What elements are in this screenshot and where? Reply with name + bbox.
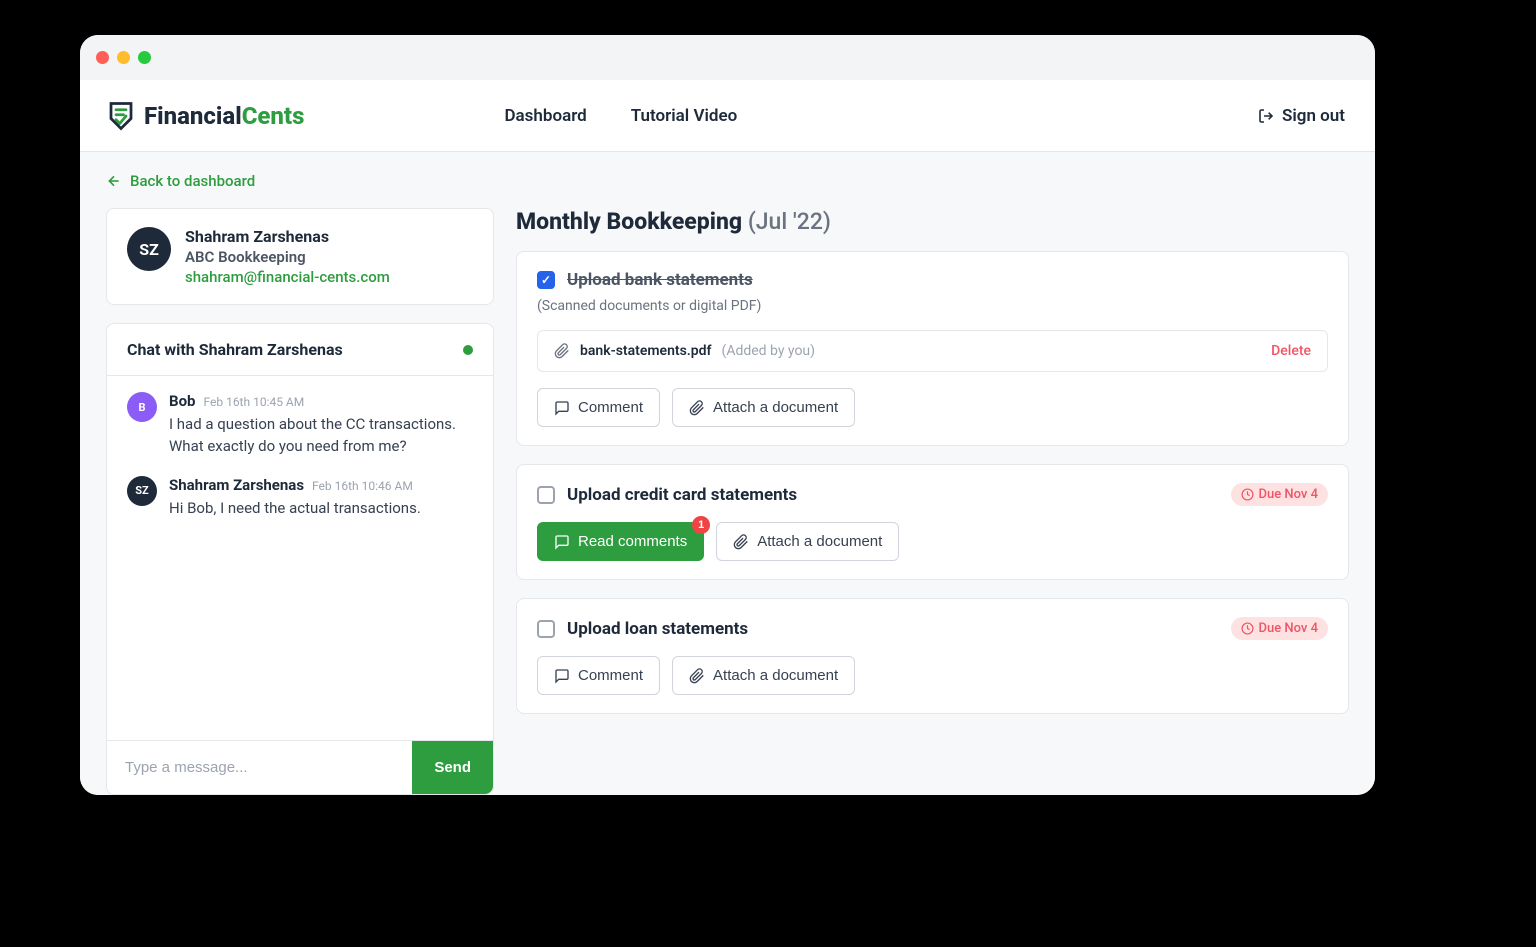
attach-label: Attach a document (757, 533, 882, 550)
comment-icon (554, 668, 570, 684)
file-name[interactable]: bank-statements.pdf (580, 343, 712, 359)
attach-button[interactable]: Attach a document (716, 522, 899, 561)
due-badge: Due Nov 4 (1231, 617, 1328, 640)
contact-avatar: SZ (127, 227, 171, 271)
online-status-dot (463, 345, 473, 355)
window-maximize-dot[interactable] (138, 51, 151, 64)
attach-label: Attach a document (713, 667, 838, 684)
attach-button[interactable]: Attach a document (672, 656, 855, 695)
contact-name: Shahram Zarshenas (185, 227, 390, 246)
contact-company: ABC Bookkeeping (185, 248, 390, 266)
chat-title: Chat with Shahram Zarshenas (127, 340, 343, 359)
signout-link[interactable]: Sign out (1258, 106, 1345, 126)
chat-message: SZ Shahram Zarshenas Feb 16th 10:46 AM H… (127, 476, 473, 520)
signout-label: Sign out (1282, 106, 1345, 126)
contact-email[interactable]: shahram@financial-cents.com (185, 268, 390, 286)
nav-dashboard[interactable]: Dashboard (504, 106, 586, 126)
nav-tutorial[interactable]: Tutorial Video (631, 106, 738, 126)
chat-header: Chat with Shahram Zarshenas (107, 324, 493, 376)
contact-card: SZ Shahram Zarshenas ABC Bookkeeping sha… (106, 208, 494, 305)
comment-button[interactable]: Comment (537, 656, 660, 695)
right-column: Monthly Bookkeeping (Jul '22) Upload ban… (516, 208, 1349, 795)
back-link-label: Back to dashboard (130, 172, 255, 190)
paperclip-icon (554, 343, 570, 359)
file-added-by: (Added by you) (722, 343, 816, 359)
task-title: Upload credit card statements (567, 485, 1219, 505)
app-header: FinancialCents Dashboard Tutorial Video … (80, 80, 1375, 152)
page-period: (Jul '22) (748, 208, 831, 235)
chat-input-row: Send (107, 740, 493, 794)
read-comments-label: Read comments (578, 533, 687, 550)
window-close-dot[interactable] (96, 51, 109, 64)
arrow-left-icon (106, 173, 122, 189)
comment-icon (554, 400, 570, 416)
send-button[interactable]: Send (412, 741, 493, 794)
brand-logo[interactable]: FinancialCents (106, 101, 304, 131)
page-title-row: Monthly Bookkeeping (Jul '22) (516, 208, 1349, 235)
message-author: Shahram Zarshenas (169, 476, 304, 494)
back-to-dashboard-link[interactable]: Back to dashboard (106, 172, 1349, 190)
comment-label: Comment (578, 399, 643, 416)
attach-button[interactable]: Attach a document (672, 388, 855, 427)
comment-label: Comment (578, 667, 643, 684)
read-comments-button[interactable]: Read comments 1 (537, 522, 704, 561)
chat-card: Chat with Shahram Zarshenas B Bob Feb 16… (106, 323, 494, 795)
paperclip-icon (733, 534, 749, 550)
message-text: Hi Bob, I need the actual transactions. (169, 498, 473, 520)
brand-name-2: Cents (242, 102, 305, 130)
comments-count-badge: 1 (692, 516, 710, 534)
task-card: Upload bank statements (Scanned document… (516, 251, 1349, 446)
left-column: SZ Shahram Zarshenas ABC Bookkeeping sha… (106, 208, 494, 795)
message-author: Bob (169, 392, 195, 410)
task-title: Upload loan statements (567, 619, 1219, 639)
main-nav: Dashboard Tutorial Video (504, 106, 737, 126)
window-titlebar (80, 35, 1375, 80)
file-delete-link[interactable]: Delete (1271, 343, 1311, 359)
paperclip-icon (689, 668, 705, 684)
task-checkbox[interactable] (537, 620, 555, 638)
contact-info: Shahram Zarshenas ABC Bookkeeping shahra… (185, 227, 390, 286)
attach-label: Attach a document (713, 399, 838, 416)
brand-name-1: Financial (144, 102, 242, 130)
task-card: Upload loan statements Due Nov 4 Comment (516, 598, 1349, 714)
task-subtitle: (Scanned documents or digital PDF) (537, 298, 1328, 314)
task-checkbox[interactable] (537, 486, 555, 504)
chat-messages: B Bob Feb 16th 10:45 AM I had a question… (107, 376, 493, 740)
task-list: Upload bank statements (Scanned document… (516, 251, 1349, 714)
clock-icon (1241, 622, 1254, 635)
message-avatar: SZ (127, 476, 157, 506)
window-minimize-dot[interactable] (117, 51, 130, 64)
task-checkbox[interactable] (537, 271, 555, 289)
page-title: Monthly Bookkeeping (516, 208, 742, 235)
due-text: Due Nov 4 (1259, 487, 1318, 502)
paperclip-icon (689, 400, 705, 416)
message-text: I had a question about the CC transactio… (169, 414, 473, 458)
main-columns: SZ Shahram Zarshenas ABC Bookkeeping sha… (106, 208, 1349, 795)
chat-message: B Bob Feb 16th 10:45 AM I had a question… (127, 392, 473, 458)
message-time: Feb 16th 10:45 AM (203, 395, 304, 409)
comment-icon (554, 534, 570, 550)
logo-shield-icon (106, 101, 136, 131)
message-time: Feb 16th 10:46 AM (312, 479, 413, 493)
task-title: Upload bank statements (567, 270, 1328, 290)
task-card: Upload credit card statements Due Nov 4 … (516, 464, 1349, 580)
message-avatar: B (127, 392, 157, 422)
due-badge: Due Nov 4 (1231, 483, 1328, 506)
app-body: Back to dashboard SZ Shahram Zarshenas A… (80, 152, 1375, 795)
chat-input[interactable] (107, 741, 412, 794)
signout-icon (1258, 108, 1274, 124)
app-window: FinancialCents Dashboard Tutorial Video … (80, 35, 1375, 795)
comment-button[interactable]: Comment (537, 388, 660, 427)
due-text: Due Nov 4 (1259, 621, 1318, 636)
attached-file-row: bank-statements.pdf (Added by you) Delet… (537, 330, 1328, 372)
clock-icon (1241, 488, 1254, 501)
